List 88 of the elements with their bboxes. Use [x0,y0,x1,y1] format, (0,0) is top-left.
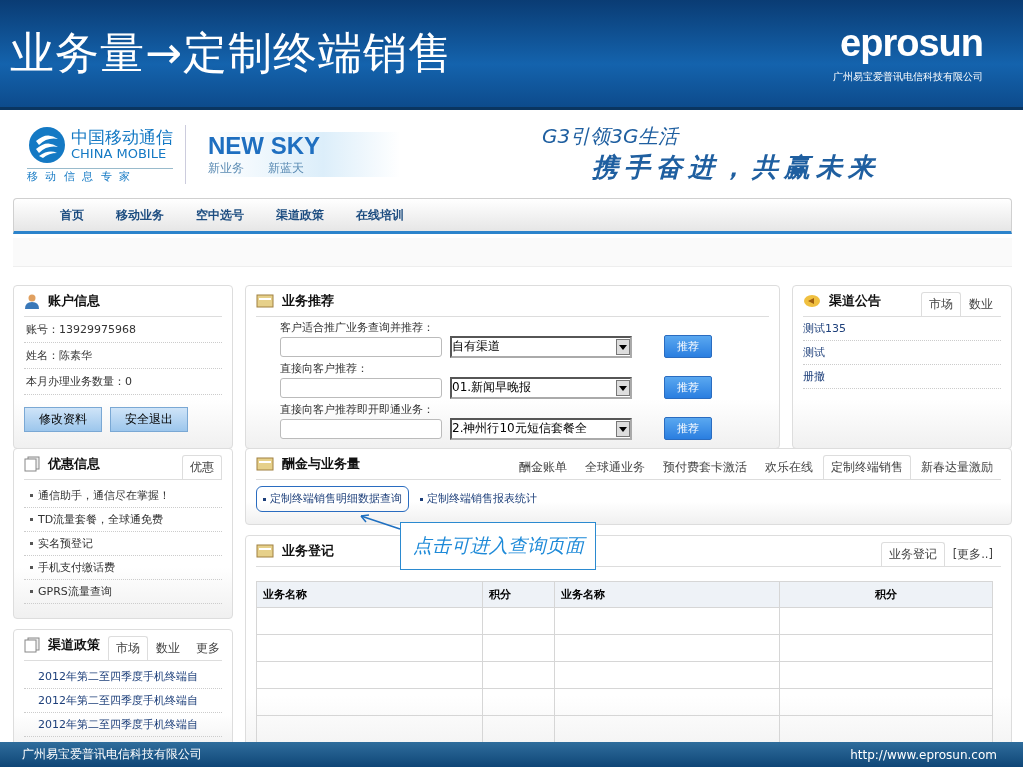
panel-tab[interactable]: 欢乐在线 [757,455,821,479]
policy-link[interactable]: 2012年第二至四季度手机终端自 [24,665,222,689]
panel-tab[interactable]: 酬金账单 [511,455,575,479]
column-header: 业务名称 [554,581,780,608]
company-name: 广州易宝爱普讯电信科技有限公司 [833,69,983,84]
nav-link[interactable]: 渠道政策 [276,206,324,224]
promo-link[interactable]: 手机支付缴话费 [38,560,115,575]
folder-icon [256,543,274,559]
slogan: 携手奋进，共赢未来 [592,151,880,184]
policy-link[interactable]: 2012年第二至四季度手机终端自 [24,713,222,737]
callout-arrow [359,514,401,530]
account-info-row: 本月办理业务数量：0 [24,369,222,395]
panel-tab[interactable]: 业务登记 [880,542,945,566]
nav-link[interactable]: 在线培训 [356,206,404,224]
panel-title: 酬金与业务量 [282,455,360,473]
panel-tab[interactable]: 全球通业务 [577,455,653,479]
account-info-row: 账号：13929975968 [24,317,222,343]
panel-tab[interactable]: 市场 [108,636,148,660]
nav-link[interactable]: 首页 [60,206,84,224]
customer-input[interactable] [280,336,442,357]
panel-title: 优惠信息 [48,455,100,473]
panel-tab[interactable]: 数业 [148,636,188,660]
field-label: 直接向客户推荐即开即通业务： [280,402,435,417]
column-header: 业务名称 [256,581,483,608]
account-info-row: 姓名：陈素华 [24,343,222,369]
query-link[interactable]: 定制终端销售报表统计 [413,486,544,512]
megaphone-icon [803,294,821,308]
query-link[interactable]: 定制终端销售明细数据查询 [256,486,409,512]
callout-box: 点击可进入查询页面 [400,522,596,570]
caret-icon [616,379,630,396]
customer-input[interactable] [280,377,442,398]
company-logo: eprosun [840,23,983,62]
notice-link[interactable]: 测试135 [803,317,1001,341]
promo-link[interactable]: TD流量套餐，全球通免费 [38,512,164,527]
brand-tagline: 移 动 信 息 专 家 [27,167,173,184]
notice-link[interactable]: 册撤 [803,365,1001,389]
panel-title: 渠道公告 [829,292,881,310]
bullet-icon [30,494,33,497]
product-subtitle: 新蓝天 [268,159,304,177]
slogan: G3引领3G生活 [542,123,681,150]
document-icon [24,637,40,653]
product-name: NEW SKY [208,131,320,160]
swirl-logo-icon [27,124,67,165]
field-label: 客户适合推广业务查询并推荐： [280,320,435,335]
column-header: 积分 [482,581,555,608]
user-icon [24,293,40,309]
panel-tab[interactable]: 市场 [921,292,961,316]
panel-tab[interactable]: 新春达量激励 [913,455,1001,479]
panel-tab[interactable]: 更多 [188,636,228,660]
promo-link[interactable]: 实名预登记 [38,536,93,551]
bullet-icon [30,542,33,545]
policy-link[interactable]: 2012年第二至四季度手机终端自 [24,689,222,713]
footer-url: http://www.eprosun.com [850,747,997,762]
customer-input[interactable] [280,418,442,439]
bullet-icon [30,590,33,593]
nav-link[interactable]: 移动业务 [116,206,164,224]
footer-company: 广州易宝爱普讯电信科技有限公司 [22,746,202,763]
panel-title: 渠道政策 [48,636,100,654]
nav-link[interactable]: 空中选号 [196,206,244,224]
promo-link[interactable]: GPRS流量查询 [38,584,112,599]
product-subtitle: 新业务 [208,159,244,177]
panel-tab[interactable]: 优惠 [182,455,222,479]
package-select[interactable]: 01.新闻早晚报 [450,376,632,399]
field-label: 直接向客户推荐： [280,361,369,376]
bullet-icon [30,518,33,521]
account-button[interactable]: 安全退出 [110,407,188,432]
column-header: 积分 [779,581,993,608]
slide-title: 业务量→定制终端销售 [10,26,453,80]
caret-icon [616,338,630,355]
account-button[interactable]: 修改资料 [24,407,102,432]
panel-title: 账户信息 [48,292,100,310]
folder-icon [256,293,274,309]
brand-name: 中国移动通信 [71,128,173,147]
panel-tab[interactable]: 数业 [961,292,1001,316]
panel-tab[interactable]: 定制终端销售 [823,455,911,479]
panel-tab[interactable]: [更多..] [944,542,1001,566]
folder-icon [256,456,274,472]
notice-link[interactable]: 测试 [803,341,1001,365]
document-icon [24,456,40,472]
bullet-icon [30,566,33,569]
package-select[interactable]: 自有渠道 [450,335,632,358]
panel-title: 业务推荐 [282,292,334,310]
package-select[interactable]: 2.神州行10元短信套餐全 [450,417,632,440]
brand-name-english: CHINA MOBILE [71,146,167,161]
caret-icon [616,420,630,437]
panel-title: 业务登记 [282,542,334,560]
panel-tab[interactable]: 预付费套卡激活 [655,455,755,479]
promo-link[interactable]: 通信助手，通信尽在掌握！ [38,488,170,503]
